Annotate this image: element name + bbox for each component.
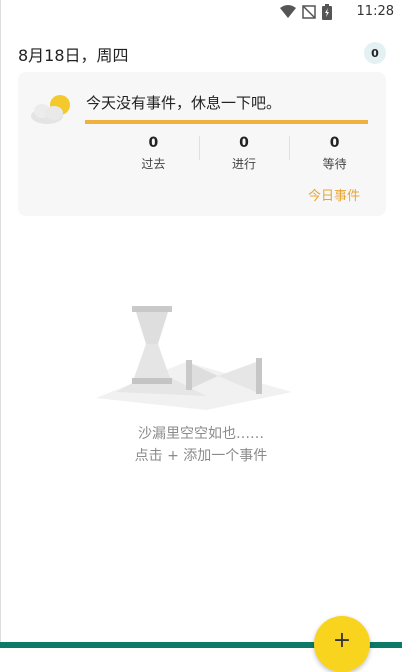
stat-label: 过去 xyxy=(141,157,166,171)
stat-past: 0 过去 xyxy=(108,134,199,174)
page-title: 8月18日，周四 xyxy=(18,46,129,65)
stat-ongoing: 0 进行 xyxy=(198,134,290,174)
wifi-icon xyxy=(280,5,296,18)
empty-state-hint: 点击 + 添加一个事件 xyxy=(134,448,268,464)
sun-cloud-icon xyxy=(31,95,70,124)
stat-value: 0 xyxy=(148,135,159,151)
stat-waiting: 0 等待 xyxy=(289,134,380,174)
stat-value: 0 xyxy=(239,135,249,151)
add-event-button[interactable]: + xyxy=(314,616,370,672)
plus-icon: + xyxy=(332,628,352,653)
progress-bar xyxy=(85,120,368,124)
hourglass-icon xyxy=(96,306,292,410)
stat-value: 0 xyxy=(329,135,340,151)
stat-label: 等待 xyxy=(322,157,347,171)
status-icons xyxy=(280,4,332,20)
event-count-badge[interactable]: 0 xyxy=(364,42,386,64)
stat-label: 进行 xyxy=(232,157,257,171)
event-stats: 0 过去 0 进行 0 等待 xyxy=(108,134,380,174)
no-events-message: 今天没有事件，休息一下吧。 xyxy=(86,94,282,112)
clock: 11:28 xyxy=(356,4,394,19)
empty-state-title: 沙漏里空空如也…… xyxy=(138,426,264,442)
window-edge xyxy=(0,0,1,648)
today-summary-card: 今天没有事件，休息一下吧。 0 过去 0 进行 0 等待 今日事件 xyxy=(18,72,386,216)
battery-icon xyxy=(322,4,332,20)
today-events-link[interactable]: 今日事件 xyxy=(308,185,360,204)
no-signal-icon xyxy=(302,5,316,19)
status-bar: 11:28 xyxy=(0,0,402,24)
